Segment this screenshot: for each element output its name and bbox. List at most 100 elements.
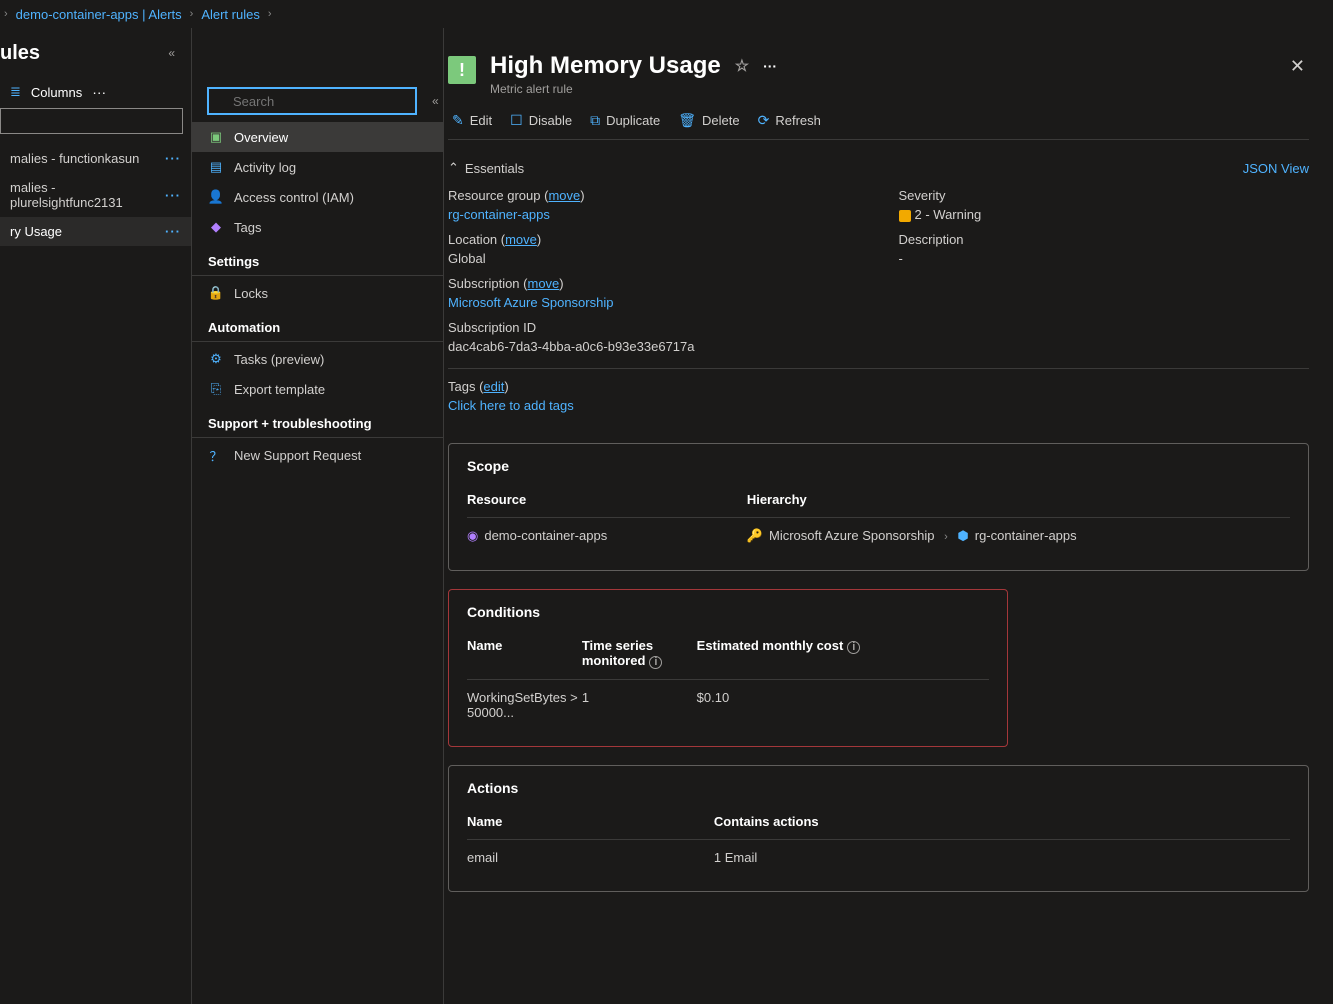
more-icon[interactable]: ··· xyxy=(92,84,106,100)
scope-card: Scope Resource Hierarchy ◉demo-container… xyxy=(448,443,1309,571)
essentials-grid: Resource group (move) rg-container-apps … xyxy=(448,184,1309,369)
scope-row: ◉demo-container-apps 🔑Microsoft Azure Sp… xyxy=(467,518,1290,554)
nav-search-input[interactable] xyxy=(208,88,416,114)
tags-label: Tags (edit) xyxy=(448,379,1309,394)
nav-section-support: Support + troubleshooting xyxy=(192,404,443,438)
refresh-icon: ⟳ xyxy=(758,112,770,129)
severity-value: 2 - Warning xyxy=(899,207,1310,222)
duplicate-icon: ⧉ xyxy=(590,112,600,129)
nav-tasks[interactable]: ⚙ Tasks (preview) xyxy=(192,344,443,374)
rule-name: ry Usage xyxy=(10,224,62,239)
chevron-up-icon: ⌃ xyxy=(448,160,459,176)
add-tags-link[interactable]: Click here to add tags xyxy=(448,398,1309,413)
condition-row: WorkingSetBytes > 50000... 1 $0.10 xyxy=(467,680,989,730)
scope-title: Scope xyxy=(449,444,1308,482)
nav-export-template[interactable]: ⎘ Export template xyxy=(192,374,443,404)
rule-more-icon[interactable]: ··· xyxy=(165,151,181,166)
chevron-right-icon: › xyxy=(268,8,272,20)
page-subtitle: Metric alert rule xyxy=(490,82,1272,96)
btn-label: Duplicate xyxy=(606,113,660,128)
scope-hierarchy: 🔑Microsoft Azure Sponsorship › ⬢rg-conta… xyxy=(747,528,1290,544)
nav-overview[interactable]: ▣ Overview xyxy=(192,122,443,152)
iam-icon: 👤 xyxy=(208,189,224,205)
alert-rule-icon: ! xyxy=(448,56,476,84)
conditions-col-cost: Estimated monthly costi xyxy=(697,638,989,669)
nav-tags[interactable]: ◆ Tags xyxy=(192,212,443,242)
move-link[interactable]: move xyxy=(527,276,559,291)
btn-label: Edit xyxy=(470,113,492,128)
rule-item[interactable]: malies - plurelsightfunc2131 ··· xyxy=(0,173,191,217)
chevron-right-icon: › xyxy=(4,8,8,20)
subscription-label: Subscription (move) xyxy=(448,276,859,291)
edit-button[interactable]: ✎ Edit xyxy=(452,112,492,129)
rule-more-icon[interactable]: ··· xyxy=(165,224,181,239)
nav-activity-log[interactable]: ▤ Activity log xyxy=(192,152,443,182)
activity-log-icon: ▤ xyxy=(208,159,224,175)
scope-resource[interactable]: ◉demo-container-apps xyxy=(467,528,747,544)
nav-locks[interactable]: 🔒 Locks xyxy=(192,278,443,308)
collapse-nav-icon[interactable]: « xyxy=(426,88,445,114)
json-view-link[interactable]: JSON View xyxy=(1243,161,1309,176)
resource-group-icon: ⬢ xyxy=(957,528,968,543)
conditions-col-timeseries: Time series monitoredi xyxy=(582,638,697,669)
condition-name: WorkingSetBytes > 50000... xyxy=(467,690,582,720)
alert-rules-panel: ules « ≣ Columns ··· malies - functionka… xyxy=(0,28,192,1004)
chevron-right-icon: › xyxy=(938,531,954,543)
scope-col-hierarchy: Hierarchy xyxy=(747,492,1290,507)
breadcrumb-alerts[interactable]: demo-container-apps | Alerts xyxy=(16,7,182,22)
collapse-panel-icon[interactable]: « xyxy=(162,40,181,66)
close-icon[interactable]: ✕ xyxy=(1286,52,1309,81)
move-link[interactable]: move xyxy=(505,232,537,247)
action-row: email 1 Email xyxy=(467,840,1290,875)
rules-filter-input[interactable] xyxy=(0,108,183,134)
disable-button[interactable]: ☐ Disable xyxy=(510,112,572,129)
content-panel: ! High Memory Usage ☆ ··· Metric alert r… xyxy=(444,28,1333,1004)
btn-label: Disable xyxy=(529,113,572,128)
info-icon[interactable]: i xyxy=(649,656,662,669)
nav-label: Activity log xyxy=(234,160,296,175)
location-value: Global xyxy=(448,251,859,266)
subscription-link[interactable]: Microsoft Azure Sponsorship xyxy=(448,295,859,310)
favorite-icon[interactable]: ☆ xyxy=(735,56,749,76)
rule-item[interactable]: malies - functionkasun ··· xyxy=(0,144,191,173)
btn-label: Delete xyxy=(702,113,740,128)
more-icon[interactable]: ··· xyxy=(763,58,777,74)
location-label: Location (move) xyxy=(448,232,859,247)
delete-button[interactable]: 🗑 Delete xyxy=(678,112,739,129)
essentials-toggle[interactable]: ⌃ Essentials xyxy=(448,160,524,176)
duplicate-button[interactable]: ⧉ Duplicate xyxy=(590,112,660,129)
essentials-label: Essentials xyxy=(465,161,524,176)
rules-list: malies - functionkasun ··· malies - plur… xyxy=(0,144,191,246)
nav-label: Locks xyxy=(234,286,268,301)
nav-section-settings: Settings xyxy=(192,242,443,276)
delete-icon: 🗑 xyxy=(678,112,696,129)
page-title: High Memory Usage xyxy=(490,52,721,80)
condition-cost: $0.10 xyxy=(697,690,989,720)
actions-col-contains: Contains actions xyxy=(714,814,1290,829)
edit-tags-link[interactable]: edit xyxy=(483,379,504,394)
rule-item[interactable]: ry Usage ··· xyxy=(0,217,191,246)
chevron-right-icon: › xyxy=(190,8,194,20)
nav-new-support-request[interactable]: ？ New Support Request xyxy=(192,440,443,470)
edit-icon: ✎ xyxy=(452,112,464,129)
nav-label: Export template xyxy=(234,382,325,397)
info-icon[interactable]: i xyxy=(847,641,860,654)
columns-button[interactable]: Columns xyxy=(31,85,82,100)
resource-group-link[interactable]: rg-container-apps xyxy=(448,207,859,222)
move-link[interactable]: move xyxy=(548,188,580,203)
subscription-id-value: dac4cab6-7da3-4bba-a0c6-b93e33e6717a xyxy=(448,339,859,354)
action-name: email xyxy=(467,850,714,865)
breadcrumb-alert-rules[interactable]: Alert rules xyxy=(201,7,260,22)
btn-label: Refresh xyxy=(775,113,821,128)
rule-more-icon[interactable]: ··· xyxy=(165,188,181,203)
actions-card: Actions Name Contains actions email 1 Em… xyxy=(448,765,1309,892)
breadcrumb: › demo-container-apps | Alerts › Alert r… xyxy=(0,0,1333,28)
export-icon: ⎘ xyxy=(208,381,224,397)
refresh-button[interactable]: ⟳ Refresh xyxy=(758,112,821,129)
support-icon: ？ xyxy=(208,447,224,463)
nav-access-control[interactable]: 👤 Access control (IAM) xyxy=(192,182,443,212)
tags-icon: ◆ xyxy=(208,219,224,235)
description-label: Description xyxy=(899,232,1310,247)
nav-section-automation: Automation xyxy=(192,308,443,342)
severity-badge-icon xyxy=(899,210,911,222)
